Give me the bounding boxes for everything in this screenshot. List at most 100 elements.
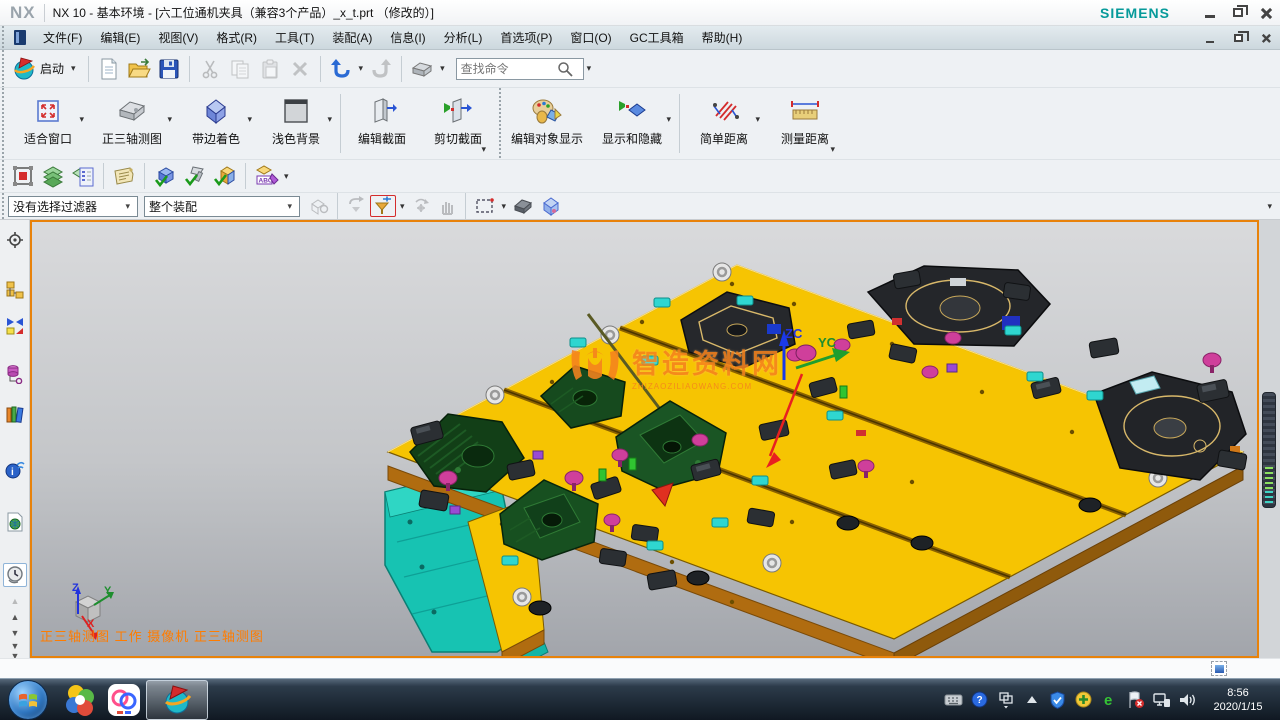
minimize-button[interactable] (1196, 3, 1224, 23)
scroll-up-icon[interactable]: ▲ (7, 612, 23, 622)
undo-button[interactable] (327, 55, 355, 83)
windows-taskbar[interactable]: ? e 8:56 2020/1/15 (0, 678, 1280, 720)
web-browser-icon[interactable] (3, 510, 27, 534)
toolbar-drag-handle[interactable] (0, 50, 5, 87)
trimetric-view-button[interactable]: ▾ 正三轴测图 (88, 88, 176, 159)
add-filter-button[interactable] (370, 195, 396, 217)
annotation-abc-button[interactable]: ABC (252, 162, 280, 190)
cad-model-canvas[interactable] (32, 222, 1257, 656)
menu-view[interactable]: 视图(V) (149, 25, 207, 50)
menu-edit[interactable]: 编辑(E) (91, 25, 149, 50)
undo-dropdown-icon[interactable]: ▾ (359, 63, 364, 74)
ime-keyboard-icon[interactable] (944, 690, 963, 709)
selection-filter-dropdown[interactable]: 没有选择过滤器 ▾ (8, 196, 138, 217)
history-icon[interactable] (3, 563, 27, 587)
open-file-button[interactable] (125, 55, 153, 83)
shaded-with-edges-button[interactable]: ▾ 带边着色 (176, 88, 256, 159)
menu-preferences[interactable]: 首选项(P) (491, 25, 561, 50)
redo-button[interactable] (367, 55, 395, 83)
chevron-down-icon[interactable]: ▾ (502, 201, 507, 212)
chevron-down-icon[interactable]: ▾ (79, 114, 84, 125)
check-assembly-button[interactable] (211, 162, 239, 190)
delete-button[interactable] (286, 55, 314, 83)
copy-button[interactable] (226, 55, 254, 83)
shaded-highlight-button[interactable] (510, 195, 536, 217)
display-mode-dropdown-icon[interactable]: ▾ (440, 63, 445, 74)
menu-help[interactable]: 帮助(H) (693, 25, 752, 50)
close-button[interactable] (1252, 3, 1280, 23)
menu-information[interactable]: 信息(I) (381, 25, 434, 50)
chevron-down-icon[interactable]: ▾ (666, 114, 671, 125)
toolbar-drag-handle[interactable] (0, 88, 5, 159)
taskbar-clock[interactable]: 8:56 2020/1/15 (1204, 686, 1274, 714)
scrollbar-thumb[interactable] (1262, 392, 1276, 508)
light-background-button[interactable]: ▾ 浅色背景 (256, 88, 336, 159)
search-dropdown-icon[interactable]: ▾ (587, 63, 592, 74)
measure-distance-button[interactable]: ▾ 测量距离 (764, 88, 846, 159)
save-button[interactable] (155, 55, 183, 83)
taskbar-app-nx[interactable] (146, 680, 208, 720)
approve-block-button[interactable] (151, 162, 179, 190)
start-button[interactable] (8, 680, 48, 720)
menu-file[interactable]: 文件(F) (34, 25, 91, 50)
toolbar-drag-handle[interactable] (0, 26, 5, 49)
roles-gear-icon[interactable] (3, 228, 27, 252)
chevron-down-icon[interactable]: ▾ (400, 201, 405, 212)
menu-assembly[interactable]: 装配(A) (323, 25, 381, 50)
hand-select-button[interactable] (435, 195, 459, 217)
start-menu-button[interactable]: 启动 ▾ (8, 55, 83, 83)
volume-tray-icon[interactable] (1178, 690, 1197, 709)
menu-gc-toolbox[interactable]: GC工具箱 (621, 25, 693, 50)
menu-tools[interactable]: 工具(T) (266, 25, 323, 50)
reuse-library-icon[interactable] (3, 402, 27, 426)
chevron-down-icon[interactable]: ▾ (284, 171, 289, 182)
selection-scope-dropdown[interactable]: 整个装配 ▾ (144, 196, 300, 217)
menu-analysis[interactable]: 分析(L) (435, 25, 492, 50)
menu-format[interactable]: 格式(R) (207, 25, 266, 50)
clip-section-button[interactable]: ▾ 剪切截面 (419, 88, 497, 159)
security-shield-icon[interactable] (1048, 690, 1067, 709)
fit-window-button[interactable]: ▾ 适合窗口 (8, 88, 88, 159)
rotate-select-button[interactable] (409, 195, 433, 217)
hd3d-info-icon[interactable]: i (3, 457, 27, 481)
scroll-down-icon[interactable]: ▼ (7, 628, 23, 638)
show-and-hide-button[interactable]: ▾ 显示和隐藏 (589, 88, 675, 159)
toolbar-drag-handle[interactable] (497, 88, 502, 159)
graphics-window[interactable]: ZC YC Z Y X 正三轴测图 工作 摄像机 正三轴测图 智造资料网 ZHI… (30, 220, 1259, 658)
layer-settings-button[interactable] (39, 162, 67, 190)
paste-button[interactable] (256, 55, 284, 83)
toolbar-drag-handle[interactable] (0, 160, 5, 192)
edit-object-display-button[interactable]: 编辑对象显示 (505, 88, 589, 159)
snapshot-button[interactable] (9, 162, 37, 190)
help-tray-icon[interactable]: ? (970, 690, 989, 709)
child-restore-button[interactable] (1224, 28, 1252, 48)
part-navigator-icon[interactable] (3, 362, 27, 386)
browser-e-icon[interactable]: e (1100, 690, 1119, 709)
constraint-navigator-icon[interactable] (3, 314, 27, 338)
transparent-cube-button[interactable] (538, 195, 564, 217)
check-tool-button[interactable] (181, 162, 209, 190)
antivirus-plus-icon[interactable] (1074, 690, 1093, 709)
chevron-down-icon[interactable]: ▾ (247, 114, 252, 125)
menu-window[interactable]: 窗口(O) (561, 25, 620, 50)
rectangle-select-button[interactable] (472, 195, 498, 217)
chevron-down-icon[interactable]: ▾ (755, 114, 760, 125)
restore-button[interactable] (1224, 3, 1252, 23)
cut-button[interactable] (196, 55, 224, 83)
assembly-navigator-icon[interactable] (3, 278, 27, 302)
search-input[interactable] (461, 62, 557, 76)
taskbar-app-pinwheel[interactable] (58, 680, 102, 720)
taskbar-app-netdisk[interactable] (102, 680, 146, 720)
edit-section-button[interactable]: 编辑截面 (345, 88, 419, 159)
chevron-down-icon[interactable]: ▾ (481, 144, 486, 155)
chevron-down-icon[interactable]: ▾ (327, 114, 332, 125)
simple-distance-button[interactable]: ▾ 简单距离 (684, 88, 764, 159)
select-assembly-button[interactable] (307, 195, 331, 217)
window-stack-tray-icon[interactable] (996, 690, 1015, 709)
child-close-button[interactable] (1252, 28, 1280, 48)
annotation-note-button[interactable] (110, 162, 138, 190)
action-center-flag-icon[interactable] (1126, 690, 1145, 709)
toolbar-drag-handle[interactable] (0, 193, 5, 219)
chevron-down-icon[interactable]: ▾ (167, 114, 172, 125)
display-mode-button[interactable] (408, 55, 436, 83)
